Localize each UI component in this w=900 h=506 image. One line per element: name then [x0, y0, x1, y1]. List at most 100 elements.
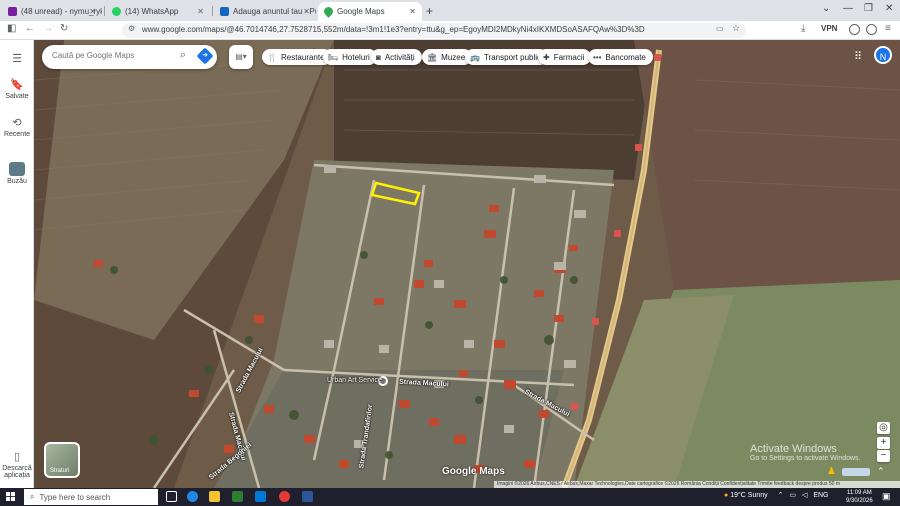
location-icon: ◎ [879, 422, 888, 433]
search-box[interactable]: ⌕ ➜ [42, 45, 217, 69]
my-location-button[interactable]: ◎ [877, 422, 890, 434]
phone-icon: ▯ [13, 451, 21, 463]
vpn-label: VPN [821, 24, 838, 33]
layers-button[interactable]: Straturi [44, 442, 80, 478]
place-label[interactable]: Urban Art Service [327, 377, 382, 384]
chip-hotels[interactable]: 🛏 Hoteluri [323, 49, 377, 65]
profile-icon[interactable] [849, 24, 860, 35]
taskbar-search[interactable]: ⌕ Type here to search [24, 489, 158, 505]
close-icon[interactable]: ✕ [89, 7, 96, 16]
plus-icon: + [880, 437, 887, 448]
url-text: www.google.com/maps/@46.7014746,27.75287… [142, 25, 645, 34]
taskbar-search-placeholder: Type here to search [39, 492, 111, 502]
store-icon[interactable] [232, 491, 243, 502]
satellite-map[interactable]: ⌕ ➜ ▤▾ 🍴Restaurante 🛏Hoteluri ◙Activităț… [34, 40, 900, 488]
chip-pharmacies[interactable]: ✚ Farmacii [538, 49, 592, 65]
close-icon[interactable]: ✕ [197, 7, 204, 16]
google-apps-icon[interactable]: ⠿ [854, 50, 862, 63]
rail-item-download-app[interactable]: ▯ Descarcă aplicația [0, 450, 34, 479]
word-icon[interactable] [302, 491, 313, 502]
pegman-icon[interactable]: ♟ [827, 466, 836, 477]
directions-icon[interactable]: ➜ [196, 47, 214, 65]
activation-title: Activate Windows [750, 443, 837, 455]
pharmacy-icon: ✚ [543, 52, 550, 62]
notifications-icon[interactable]: ▣ [882, 491, 891, 502]
search-input[interactable] [52, 51, 162, 60]
reload-icon[interactable]: ↻ [60, 23, 68, 34]
profile-avatar-icon[interactable] [866, 24, 877, 35]
sidebar-toggle-icon[interactable]: ◧ [7, 23, 16, 34]
edge-icon[interactable] [187, 491, 198, 502]
chip-label: Hoteluri [342, 52, 370, 62]
chip-label: Activități [384, 52, 415, 62]
rail-item-saved[interactable]: 🔖 Salvate [0, 78, 34, 100]
install-app-icon[interactable]: ▭ [716, 24, 724, 33]
zoom-out-button[interactable]: − [877, 450, 890, 462]
close-icon[interactable]: ✕ [409, 7, 416, 16]
tab-title: (14) WhatsApp [125, 7, 179, 16]
site-info-icon[interactable]: ⚙ [128, 24, 135, 33]
rail-item-label: Recente [3, 131, 31, 138]
maps-favicon-icon [322, 5, 335, 18]
file-explorer-icon[interactable] [209, 491, 220, 502]
window-close-icon[interactable]: ✕ [885, 3, 893, 14]
chip-label: Bancomate [605, 52, 646, 62]
weather-text[interactable]: 19°C Sunny [730, 492, 767, 499]
tab-search-icon[interactable]: ⌄ [822, 3, 830, 14]
mail-favicon-icon [8, 7, 17, 16]
tab-yahoo-mail[interactable]: (48 unread) - nymu_ryk2002@y ✕ [2, 2, 102, 21]
menu-icon: ☰ [12, 53, 22, 65]
browser-menu-icon[interactable]: ≡ [885, 23, 891, 34]
imagery-thumbnails[interactable] [842, 468, 870, 476]
chip-activities[interactable]: ◙ Activități [371, 49, 422, 65]
new-tab-button[interactable]: + [426, 4, 433, 18]
menu-button[interactable]: ☰ [0, 52, 34, 67]
back-icon[interactable]: ← [25, 23, 35, 34]
whatsapp-favicon-icon [112, 7, 121, 16]
mail-icon[interactable] [255, 491, 266, 502]
vpn-button[interactable]: VPN [821, 24, 837, 33]
map-imagery [34, 40, 900, 488]
expand-icon[interactable]: ⌃ [877, 466, 885, 477]
zoom-in-button[interactable]: + [877, 437, 890, 449]
tab-whatsapp[interactable]: (14) WhatsApp ✕ [106, 2, 210, 21]
rail-item-buzau[interactable]: Buzău [0, 162, 34, 185]
windows-start-icon[interactable] [6, 492, 15, 501]
tray-chevron-icon[interactable]: ⌃ [778, 492, 784, 499]
layers-icon: ▤▾ [235, 52, 247, 61]
tab-google-maps[interactable]: Google Maps ✕ [318, 2, 422, 21]
tab-publi24[interactable]: Adauga anuntul tau - Publi24 ✕ [214, 2, 316, 21]
map-type-toggle[interactable]: ▤▾ [229, 45, 253, 69]
clock-time: 11:09 AM [846, 490, 872, 496]
chip-public-transport[interactable]: 🚌 Transport public [465, 49, 549, 65]
chip-restaurants[interactable]: 🍴 Restaurante [262, 49, 332, 65]
camera-icon: ◙ [376, 52, 381, 62]
search-icon[interactable]: ⌕ [180, 49, 186, 62]
taskbar-clock[interactable]: 11:09 AM 9/30/2026 [846, 489, 873, 505]
download-icon[interactable]: ⤓ [801, 23, 805, 34]
task-view-icon[interactable] [166, 491, 177, 502]
maximize-icon[interactable]: ❐ [864, 3, 873, 14]
address-bar[interactable]: ⚙ www.google.com/maps/@46.7014746,27.752… [122, 23, 746, 38]
atm-icon: ••• [593, 52, 602, 62]
minus-icon: − [880, 450, 887, 461]
museum-icon: 🏛 [427, 52, 438, 62]
chip-label: Farmacii [553, 52, 585, 62]
language-indicator[interactable]: ENG [813, 492, 828, 499]
rail-item-label: Descarcă aplicația [2, 465, 32, 479]
account-avatar[interactable]: N [874, 46, 892, 64]
place-thumbnail-icon [9, 162, 25, 176]
tab-title: Google Maps [337, 7, 385, 16]
restaurant-icon: 🍴 [267, 52, 277, 62]
bus-icon: 🚌 [470, 52, 480, 62]
forward-icon[interactable]: → [43, 23, 53, 34]
browser-app-icon[interactable] [279, 491, 290, 502]
network-icon[interactable]: ▭ [789, 492, 796, 499]
chip-atms[interactable]: ••• Bancomate [588, 49, 653, 65]
minimize-icon[interactable]: — [843, 3, 853, 14]
close-icon[interactable]: ✕ [303, 7, 310, 16]
bookmark-star-icon[interactable]: ☆ [732, 23, 740, 34]
rail-item-recent[interactable]: ⟲ Recente [0, 116, 34, 138]
rail-item-label: Salvate [5, 93, 29, 100]
volume-icon[interactable]: ◁ [802, 492, 807, 499]
